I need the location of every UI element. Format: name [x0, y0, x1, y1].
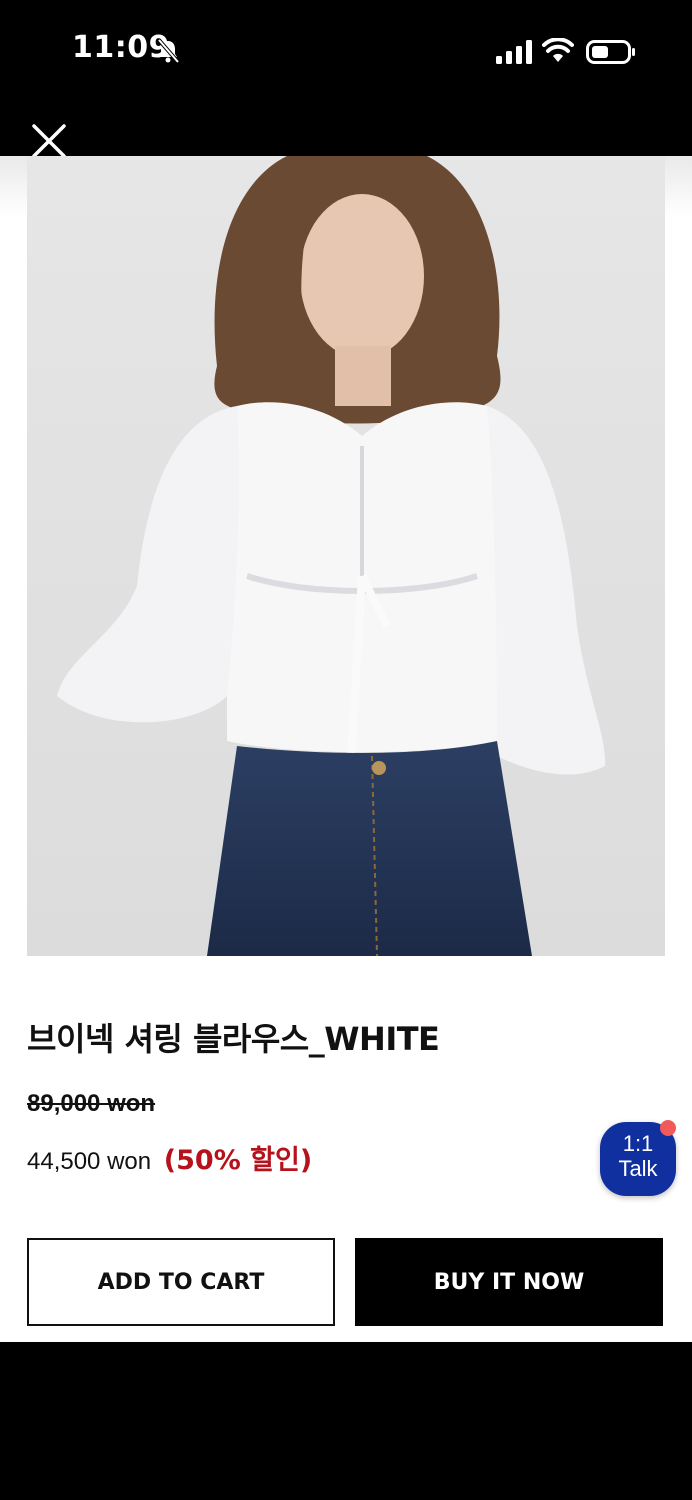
- status-bar: 11:09: [0, 0, 692, 104]
- discount-label: (50% 할인): [163, 1145, 313, 1176]
- bottom-area: [0, 1342, 692, 1500]
- bell-slash-icon: [157, 38, 180, 64]
- wifi-icon: [542, 38, 574, 62]
- notification-dot: [660, 1120, 676, 1136]
- model-photo: [27, 156, 665, 956]
- sale-price-row: 44,500 won (50% 할인): [27, 1138, 312, 1177]
- sheet-header: [0, 104, 692, 156]
- battery-icon: [586, 40, 635, 64]
- sale-price: 44,500 won: [27, 1148, 152, 1175]
- cellular-signal-icon: [496, 40, 532, 64]
- talk-line2: Talk: [618, 1156, 658, 1181]
- buy-now-button[interactable]: BUY IT NOW: [355, 1238, 663, 1326]
- product-title: 브이넥 셔링 블라우스_WHITE: [27, 1020, 440, 1058]
- product-image[interactable]: [27, 156, 665, 956]
- original-price: 89,000 won: [27, 1090, 156, 1117]
- add-to-cart-button[interactable]: ADD TO CART: [27, 1238, 335, 1326]
- screen: 11:09 브이넥 셔링 블라우스_WHITE 89,000 won 44,50…: [0, 0, 692, 1500]
